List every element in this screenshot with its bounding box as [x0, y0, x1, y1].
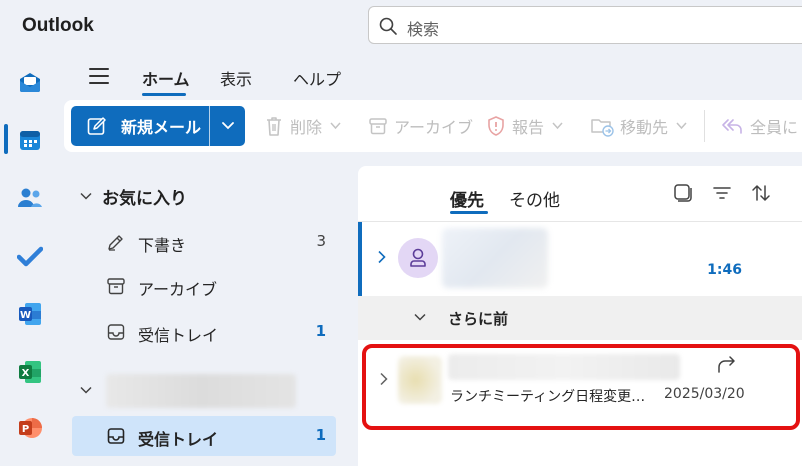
new-mail-label: 新規メール [121, 118, 202, 137]
chevron-down-icon [80, 386, 92, 394]
active-pivot-indicator [450, 211, 488, 214]
title-bar: Outlook 検索 [0, 0, 802, 52]
chevron-down-icon [414, 313, 426, 321]
compose-icon [87, 117, 106, 135]
inbox-icon [107, 428, 125, 444]
people-icon[interactable] [12, 180, 48, 216]
archive-label: アーカイブ [394, 118, 474, 137]
delete-button[interactable]: 削除 [264, 114, 341, 138]
active-tab-indicator [142, 93, 186, 96]
svg-text:W: W [20, 310, 31, 321]
folder-count: 3 [316, 232, 326, 250]
pivot-focused[interactable]: 優先 [450, 186, 484, 211]
shield-warning-icon [488, 116, 504, 136]
message-list: 優先 その他 1:46 さらに前 ランチミーティング日程変更… 2025/03/… [358, 166, 802, 466]
hamburger-icon[interactable] [89, 68, 111, 86]
folder-move-icon [591, 119, 614, 137]
chevron-down-icon [80, 192, 92, 200]
todo-icon[interactable] [12, 238, 48, 274]
svg-text:X: X [22, 368, 30, 379]
archive-button[interactable]: アーカイブ [368, 114, 473, 138]
folder-drafts[interactable]: 下書き 3 [72, 222, 336, 262]
calendar-icon[interactable] [12, 122, 48, 158]
archive-icon [369, 118, 387, 135]
new-mail-button[interactable]: 新規メール [71, 106, 209, 146]
move-to-label: 移動先 [620, 118, 669, 137]
sender-redacted [442, 228, 548, 288]
tab-help[interactable]: ヘルプ [293, 66, 341, 90]
message-item[interactable]: 1:46 [358, 222, 802, 296]
chevron-down-icon [330, 122, 341, 130]
app-rail: W X P [0, 56, 60, 466]
favorites-label: お気に入り [102, 189, 187, 209]
group-header[interactable]: さらに前 [358, 296, 802, 340]
account-header[interactable] [80, 374, 340, 408]
person-icon [410, 248, 426, 267]
unread-count: 1 [315, 322, 326, 340]
ribbon-tabs: ホーム 表示 ヘルプ [64, 56, 802, 100]
highlight-outline [362, 344, 800, 430]
unread-count: 1 [315, 426, 326, 444]
account-name-redacted [106, 374, 296, 408]
tab-home[interactable]: ホーム [142, 66, 190, 90]
folder-name: 受信トレイ [138, 326, 219, 345]
report-label: 報告 [512, 118, 545, 137]
reply-all-label: 全員に [750, 118, 799, 137]
word-icon[interactable]: W [12, 296, 48, 332]
selected-indicator [358, 222, 362, 296]
mail-icon[interactable] [12, 64, 48, 100]
folder-inbox[interactable]: 受信トレイ 1 [72, 416, 336, 456]
folder-inbox-favorite[interactable]: 受信トレイ 1 [72, 312, 336, 352]
tab-view[interactable]: 表示 [220, 66, 252, 90]
folder-name: アーカイブ [138, 280, 218, 299]
favorites-header[interactable]: お気に入り [80, 184, 187, 209]
folder-name: 受信トレイ [138, 430, 219, 449]
chevron-down-icon [552, 122, 563, 130]
folder-archive[interactable]: アーカイブ [72, 266, 336, 306]
new-mail-split-button: 新規メール [71, 106, 245, 146]
inbox-icon [107, 324, 125, 340]
archive-icon [107, 278, 125, 295]
move-to-button[interactable]: 移動先 [590, 114, 687, 138]
chevron-down-icon [221, 122, 234, 130]
report-button[interactable]: 報告 [486, 114, 563, 138]
chevron-down-icon [676, 122, 687, 130]
folder-name: 下書き [138, 236, 187, 255]
search-input[interactable]: 検索 [407, 16, 439, 40]
sort-icon[interactable] [750, 182, 772, 204]
app-title: Outlook [22, 15, 94, 36]
search-icon [379, 17, 397, 35]
pivot-other[interactable]: その他 [509, 186, 560, 211]
message-item[interactable]: ランチミーティング日程変更… 2025/03/20 [358, 340, 802, 432]
search-box[interactable]: 検索 [368, 6, 802, 44]
toolbar-divider [704, 110, 705, 142]
trash-icon [267, 117, 281, 136]
chevron-right-icon[interactable] [376, 250, 388, 264]
folder-pane: お気に入り 下書き 3 アーカイブ 受信トレイ 1 受信トレイ 1 [64, 166, 354, 466]
message-time: 1:46 [707, 262, 742, 278]
group-label: さらに前 [448, 310, 509, 328]
new-mail-dropdown[interactable] [210, 106, 245, 146]
reply-all-button[interactable]: 全員に [720, 114, 798, 138]
powerpoint-icon[interactable]: P [12, 410, 48, 446]
delete-label: 削除 [290, 118, 323, 137]
rail-active-indicator [4, 124, 8, 154]
draft-icon [108, 235, 123, 251]
reply-all-icon [722, 119, 742, 134]
select-mode-icon[interactable] [672, 182, 694, 204]
svg-text:P: P [22, 424, 29, 435]
ribbon-toolbar: 新規メール 削除 アーカイブ 報告 移動先 全員に [64, 100, 802, 152]
excel-icon[interactable]: X [12, 354, 48, 390]
avatar [398, 238, 438, 278]
filter-icon[interactable] [711, 182, 733, 204]
